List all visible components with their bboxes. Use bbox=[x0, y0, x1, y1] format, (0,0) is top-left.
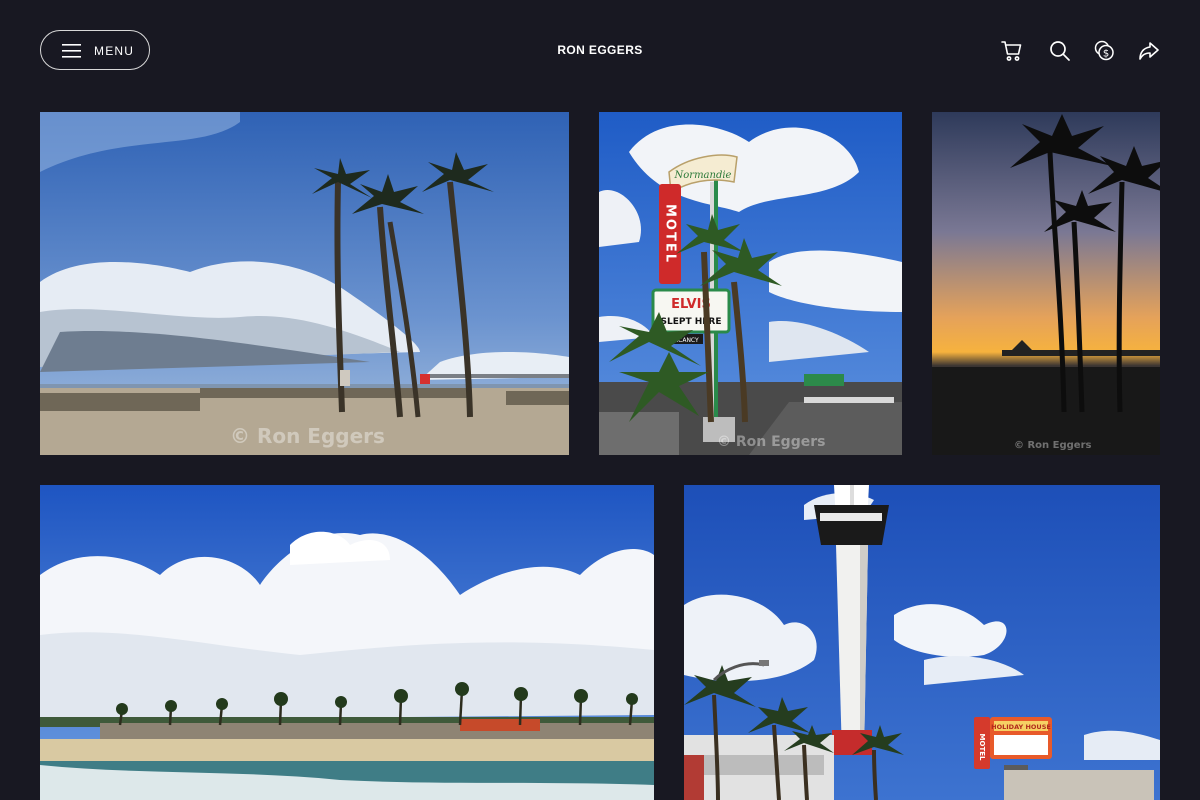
photo-motel-sign-image: Normandie MOTEL ELVIS SLEPT HERE NO VACA… bbox=[599, 112, 902, 455]
sign-slept-here: SLEPT HERE bbox=[661, 317, 722, 327]
search-icon[interactable] bbox=[1048, 39, 1072, 63]
sign-normandie: Normandie bbox=[674, 170, 732, 181]
watermark: © Ron Eggers bbox=[230, 424, 385, 448]
share-icon[interactable] bbox=[1137, 39, 1161, 63]
photo-beach-clouds-image bbox=[40, 485, 654, 800]
photo-beach-palms-image bbox=[40, 112, 569, 455]
pricing-icon[interactable]: $ bbox=[1093, 39, 1117, 63]
watermark: © Ron Eggers bbox=[1014, 440, 1092, 451]
photo-stratosphere-tower-image: MOTEL HOLIDAY HOUSE bbox=[684, 485, 1160, 800]
gallery-photo-palm-sunset[interactable]: © Ron Eggers bbox=[932, 112, 1160, 455]
cart-icon[interactable] bbox=[1000, 39, 1024, 63]
svg-text:$: $ bbox=[1103, 49, 1109, 60]
gallery-photo-beach-clouds[interactable] bbox=[40, 485, 654, 800]
sign-motel: MOTEL bbox=[663, 204, 678, 264]
gallery-photo-motel-sign[interactable]: Normandie MOTEL ELVIS SLEPT HERE NO VACA… bbox=[599, 112, 902, 455]
photo-palm-sunset-image bbox=[932, 112, 1160, 455]
sign-motel-small: MOTEL bbox=[978, 734, 986, 761]
gallery-photo-stratosphere-tower[interactable]: MOTEL HOLIDAY HOUSE bbox=[684, 485, 1160, 800]
sign-holiday-house: HOLIDAY HOUSE bbox=[991, 723, 1051, 731]
gallery-photo-beach-palms[interactable]: © Ron Eggers bbox=[40, 112, 569, 455]
watermark: © Ron Eggers bbox=[717, 434, 826, 450]
